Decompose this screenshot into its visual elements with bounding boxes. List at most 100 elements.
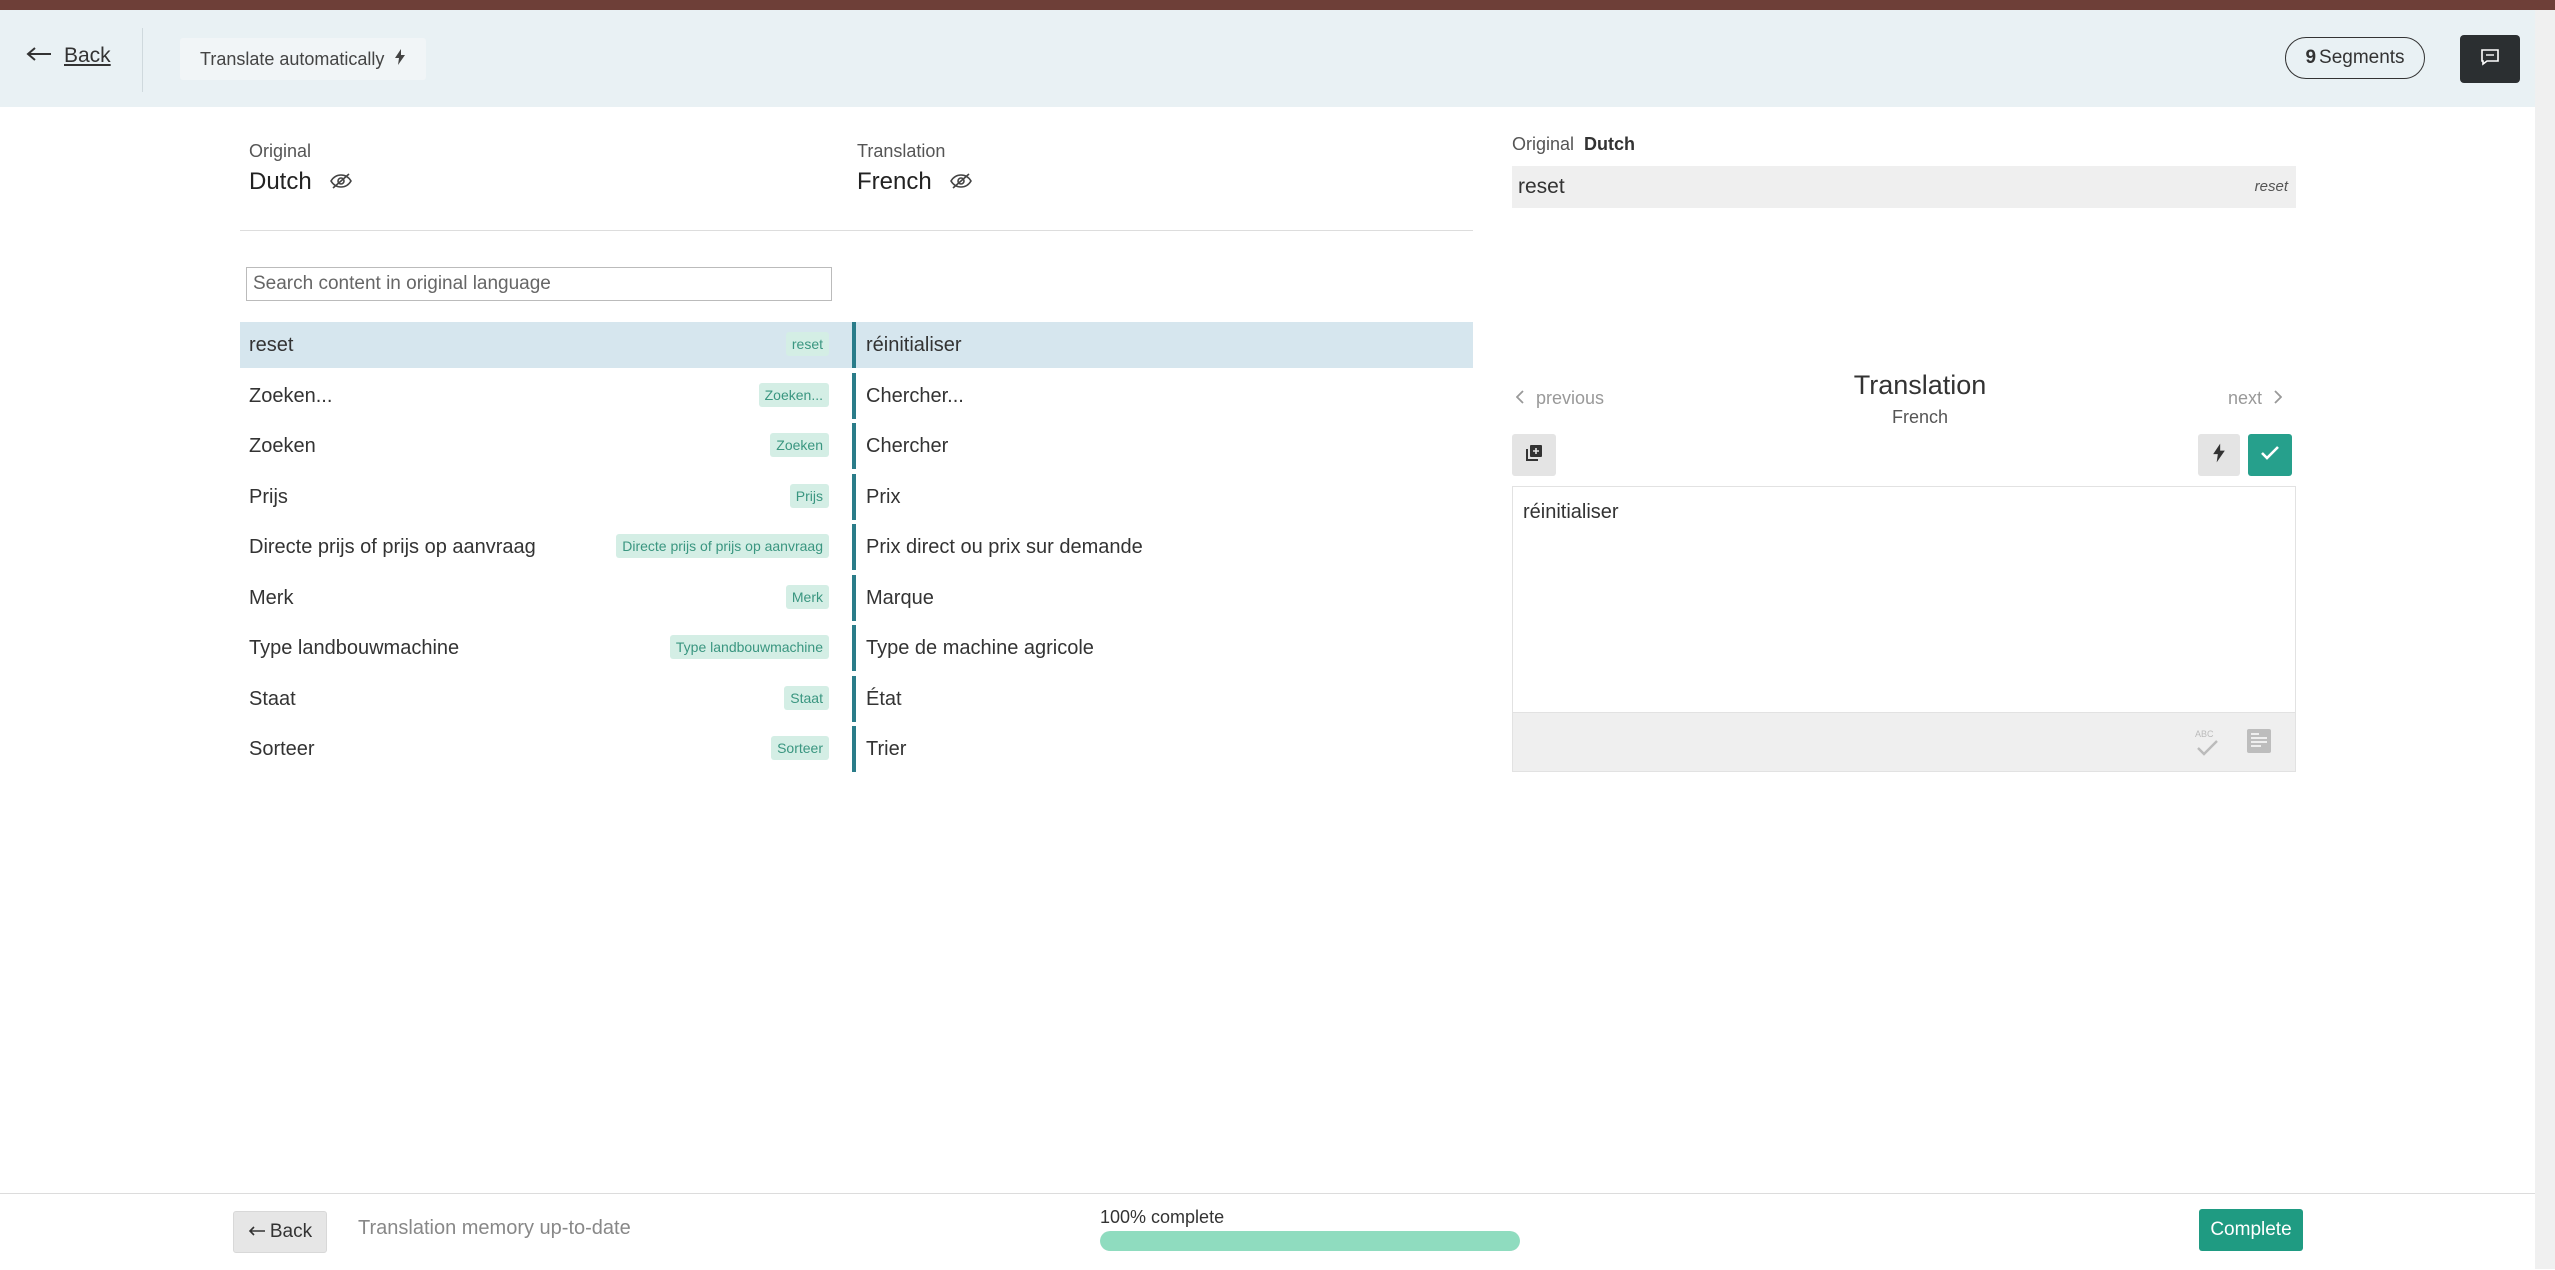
segment-row[interactable]: Zoeken... Zoeken... Chercher... bbox=[240, 372, 1473, 419]
detail-title: Translation bbox=[1853, 370, 1987, 400]
segment-translation[interactable]: réinitialiser bbox=[866, 322, 962, 368]
columns-divider bbox=[240, 230, 1473, 231]
editor-toolbar: ABC bbox=[1512, 712, 2296, 772]
segment-original: Zoeken bbox=[249, 435, 316, 457]
detail-original-box: reset reset bbox=[1512, 166, 2296, 208]
back-link-label: Back bbox=[64, 44, 111, 67]
segment-row[interactable]: Zoeken Zoeken Chercher bbox=[240, 423, 1473, 469]
segment-original: Type landbouwmachine bbox=[249, 637, 460, 659]
auto-translate-segment-button[interactable] bbox=[2198, 434, 2240, 476]
segment-divider-bar bbox=[852, 574, 856, 621]
detail-original-label: Original bbox=[1512, 134, 1575, 154]
segment-key-tag: Merk bbox=[785, 584, 829, 609]
segment-translation[interactable]: Chercher... bbox=[866, 373, 964, 419]
image-icon[interactable] bbox=[2245, 727, 2273, 755]
translation-editor[interactable]: réinitialiser bbox=[1512, 486, 2296, 712]
footer-back-label: Back bbox=[269, 1221, 313, 1242]
header-divider bbox=[142, 28, 143, 92]
progress-bar bbox=[1100, 1231, 1520, 1251]
original-column-label: Original bbox=[249, 141, 312, 161]
segment-divider-bar bbox=[852, 675, 856, 722]
segment-row[interactable]: Directe prijs of prijs op aanvraag Direct… bbox=[240, 524, 1473, 570]
segment-translation[interactable]: État bbox=[866, 676, 902, 722]
translation-column-label: Translation bbox=[857, 141, 946, 161]
progress-bar-fill bbox=[1100, 1231, 1520, 1251]
progress-label: 100% complete bbox=[1100, 1207, 1225, 1227]
detail-original-key: reset bbox=[2254, 178, 2288, 195]
arrow-left-icon bbox=[248, 1221, 266, 1243]
segment-original: Sorteer bbox=[249, 738, 315, 760]
segment-key-tag: Directe prijs of prijs op aanvraag bbox=[616, 534, 829, 558]
complete-button-label: Complete bbox=[2210, 1219, 2292, 1240]
segment-divider-bar bbox=[852, 524, 856, 570]
segment-row[interactable]: Prijs Prijs Prix bbox=[240, 473, 1473, 520]
segment-translation[interactable]: Prix direct ou prix sur demande bbox=[866, 524, 1143, 570]
eye-slash-icon[interactable] bbox=[329, 168, 352, 196]
translation-language: French bbox=[857, 168, 972, 196]
segment-translation[interactable]: Type de machine agricole bbox=[866, 625, 1094, 671]
arrow-left-icon bbox=[26, 44, 52, 68]
segment-key-tag: Staat bbox=[784, 685, 829, 710]
translation-editor-text[interactable]: réinitialiser bbox=[1523, 501, 1619, 524]
segment-key-tag: Prijs bbox=[789, 483, 829, 508]
search-input[interactable] bbox=[246, 267, 832, 301]
lightning-icon bbox=[394, 48, 406, 70]
confirm-translation-button[interactable] bbox=[2248, 434, 2292, 476]
detail-original-value: reset bbox=[1518, 175, 1565, 198]
segment-translation[interactable]: Trier bbox=[866, 726, 906, 772]
segment-divider-bar bbox=[852, 625, 856, 671]
spellcheck-icon[interactable]: ABC bbox=[2193, 726, 2223, 760]
translate-automatically-label: Translate automatically bbox=[200, 48, 385, 69]
chevron-right-icon bbox=[2274, 388, 2283, 409]
segment-translation[interactable]: Prix bbox=[866, 474, 900, 520]
segment-original: Zoeken... bbox=[249, 384, 333, 407]
previous-label: previous bbox=[1536, 388, 1605, 408]
segment-divider-bar bbox=[852, 322, 856, 368]
next-label: next bbox=[2228, 388, 2263, 408]
translation-memory-status: Translation memory up-to-date bbox=[358, 1217, 631, 1239]
segment-key-tag: reset bbox=[785, 332, 829, 356]
eye-slash-icon[interactable] bbox=[949, 168, 972, 196]
segment-row[interactable]: Merk Merk Marque bbox=[240, 574, 1473, 621]
segment-original: Prijs bbox=[249, 485, 288, 508]
segment-row[interactable]: reset reset réinitialiser bbox=[240, 322, 1473, 368]
comment-icon bbox=[2480, 48, 2500, 71]
segments-label: Segments bbox=[2319, 47, 2405, 68]
comments-button[interactable] bbox=[2460, 35, 2520, 83]
original-language: Dutch bbox=[249, 168, 352, 196]
complete-button[interactable]: Complete bbox=[2199, 1209, 2303, 1251]
segment-original: Staat bbox=[249, 687, 296, 710]
next-segment-button[interactable]: next bbox=[2228, 388, 2283, 409]
top-accent-strip bbox=[0, 0, 2555, 10]
detail-original-language: Dutch bbox=[1584, 134, 1636, 154]
segment-row[interactable]: Type landbouwmachine Type landbouwmachine… bbox=[240, 625, 1473, 671]
segment-key-tag: Type landbouwmachine bbox=[669, 635, 829, 659]
previous-segment-button[interactable]: previous bbox=[1515, 388, 1605, 409]
segment-translation[interactable]: Marque bbox=[866, 575, 934, 621]
translation-language-name: French bbox=[857, 168, 932, 195]
segment-row[interactable]: Sorteer Sorteer Trier bbox=[240, 726, 1473, 772]
translate-automatically-button[interactable]: Translate automatically bbox=[180, 38, 427, 80]
segment-original: reset bbox=[249, 334, 294, 356]
detail-original-header: Original Dutch bbox=[1512, 134, 1635, 155]
segment-key-tag: Sorteer bbox=[771, 736, 829, 760]
segment-row[interactable]: Staat Staat État bbox=[240, 675, 1473, 722]
segment-original: Directe prijs of prijs op aanvraag bbox=[249, 536, 536, 558]
back-link[interactable]: Back bbox=[26, 44, 111, 68]
copy-icon bbox=[1525, 444, 1543, 467]
segments-count: 9 bbox=[2305, 47, 2317, 68]
segment-key-tag: Zoeken bbox=[770, 433, 829, 457]
segments-count-badge[interactable]: 9 Segments bbox=[2285, 37, 2425, 79]
segment-divider-bar bbox=[852, 372, 856, 419]
segment-original: Merk bbox=[249, 586, 294, 609]
original-language-name: Dutch bbox=[249, 168, 312, 195]
svg-text:ABC: ABC bbox=[2195, 729, 2214, 739]
segment-translation[interactable]: Chercher bbox=[866, 423, 948, 469]
copy-original-button[interactable] bbox=[1512, 434, 1556, 476]
chevron-left-icon bbox=[1515, 388, 1524, 409]
segment-key-tag: Zoeken... bbox=[758, 382, 829, 407]
page-scrollbar[interactable] bbox=[2535, 10, 2555, 1269]
detail-subtitle: French bbox=[1891, 407, 1949, 427]
segment-divider-bar bbox=[852, 473, 856, 520]
footer-back-button[interactable]: Back bbox=[233, 1211, 327, 1253]
